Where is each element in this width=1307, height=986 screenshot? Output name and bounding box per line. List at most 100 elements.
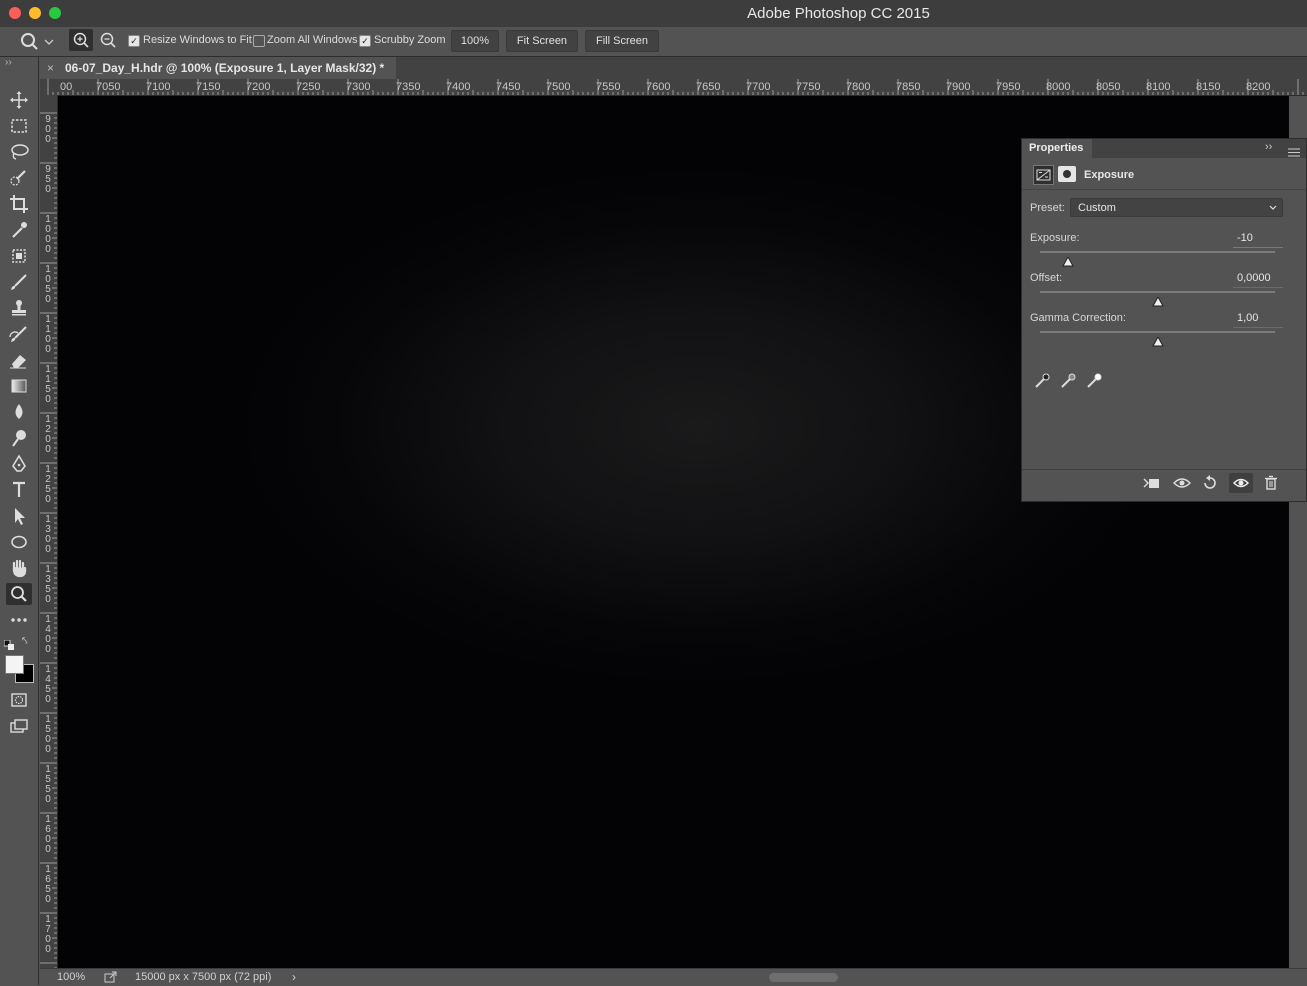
ruler-tick-label: 00 bbox=[60, 81, 73, 93]
ruler-tick-label: 7500 bbox=[546, 81, 571, 93]
toggle-visibility-icon[interactable] bbox=[1229, 473, 1253, 493]
ruler-tick-label: 8100 bbox=[1146, 81, 1171, 93]
ruler-tick-label: 7550 bbox=[596, 81, 621, 93]
offset-slider-thumb[interactable] bbox=[1151, 294, 1164, 312]
ruler-tick-label: 7450 bbox=[496, 81, 521, 93]
delete-adjustment-icon[interactable] bbox=[1263, 475, 1279, 496]
ruler-tick-label: 1650 bbox=[45, 864, 51, 905]
panel-menu-icon[interactable] bbox=[1288, 144, 1300, 162]
offset-field-underline bbox=[1233, 287, 1283, 288]
scrubby-zoom-checkbox[interactable]: ✓ bbox=[359, 35, 371, 47]
ruler-tick-label: 8050 bbox=[1096, 81, 1121, 93]
adjustment-exposure-icon[interactable] bbox=[1033, 165, 1054, 185]
collapse-toolbar-icon[interactable]: ›› bbox=[5, 57, 12, 68]
ruler-tick-label: 7250 bbox=[296, 81, 321, 93]
ruler-tick-label: 7750 bbox=[796, 81, 821, 93]
zoom-in-icon[interactable] bbox=[69, 29, 93, 51]
stamp-tool-icon[interactable] bbox=[6, 297, 32, 319]
adjustment-name: Exposure bbox=[1084, 169, 1135, 181]
zoom-100-button[interactable]: 100% bbox=[451, 30, 499, 52]
horizontal-scrollbar-thumb[interactable] bbox=[769, 973, 838, 982]
ruler-tick-label: 1400 bbox=[45, 614, 51, 655]
gamma-value-field[interactable]: 1,00 bbox=[1237, 312, 1258, 324]
ruler-tick-label: 1350 bbox=[45, 564, 51, 605]
ruler-tick-label: 7650 bbox=[696, 81, 721, 93]
document-tab-label: 06-07_Day_H.hdr @ 100% (Exposure 1, Laye… bbox=[65, 61, 385, 75]
ruler-tick-label: 1000 bbox=[45, 214, 51, 255]
horizontal-ruler: 00 7050 7100 7150 7200 7250 7300 7350 7400 7450 75… bbox=[40, 79, 1307, 96]
white-point-eyedropper-icon[interactable] bbox=[1085, 372, 1103, 395]
ruler-tick-label: 7350 bbox=[396, 81, 421, 93]
screen-mode-icon[interactable] bbox=[6, 716, 32, 738]
chevron-down-icon bbox=[1269, 205, 1277, 210]
quick-mask-icon[interactable] bbox=[6, 689, 32, 711]
layer-mask-icon[interactable] bbox=[1058, 166, 1076, 182]
zoom-tool-icon[interactable] bbox=[6, 583, 32, 605]
fit-screen-button[interactable]: Fit Screen bbox=[506, 30, 578, 52]
crop-tool-icon[interactable] bbox=[6, 193, 32, 215]
app-title: Adobe Photoshop CC 2015 bbox=[747, 5, 930, 22]
ruler-tick-label: 8200 bbox=[1246, 81, 1271, 93]
ruler-tick-label: 1600 bbox=[45, 814, 51, 855]
gradient-tool-icon[interactable] bbox=[6, 375, 32, 397]
gamma-slider-track[interactable] bbox=[1040, 331, 1275, 333]
swap-colors-icon[interactable]: ⤣ bbox=[22, 636, 28, 647]
options-bar: ✓ Resize Windows to Fit Zoom All Windows… bbox=[0, 27, 1307, 57]
clip-to-layer-icon[interactable] bbox=[1142, 475, 1162, 496]
hand-tool-icon[interactable] bbox=[6, 557, 32, 579]
eyedropper-tool-icon[interactable] bbox=[6, 219, 32, 241]
black-point-eyedropper-icon[interactable] bbox=[1033, 372, 1051, 395]
move-tool-icon[interactable] bbox=[6, 89, 32, 111]
zoom-out-icon[interactable] bbox=[96, 29, 120, 51]
ruler-tick-label: 7050 bbox=[96, 81, 121, 93]
type-tool-icon[interactable] bbox=[6, 479, 32, 501]
offset-value-field[interactable]: 0,0000 bbox=[1237, 272, 1271, 284]
share-icon[interactable] bbox=[104, 971, 117, 986]
properties-tab[interactable]: Properties bbox=[1022, 139, 1092, 158]
eraser-tool-icon[interactable] bbox=[6, 349, 32, 371]
zoom-tool-preset-icon[interactable] bbox=[20, 32, 56, 57]
blur-tool-icon[interactable] bbox=[6, 401, 32, 423]
resize-windows-label: Resize Windows to Fit bbox=[143, 34, 252, 46]
fill-screen-button[interactable]: Fill Screen bbox=[585, 30, 659, 52]
lasso-tool-icon[interactable] bbox=[6, 141, 32, 163]
view-previous-state-icon[interactable] bbox=[1172, 475, 1192, 496]
document-info: 15000 px x 7500 px (72 ppi) bbox=[135, 971, 272, 983]
ruler-tick-label: 1450 bbox=[45, 664, 51, 705]
marquee-tool-icon[interactable] bbox=[6, 115, 32, 137]
offset-slider-track[interactable] bbox=[1040, 291, 1275, 293]
ruler-tick-label: 7100 bbox=[146, 81, 171, 93]
collapse-panel-icon[interactable]: ›› bbox=[1265, 141, 1272, 153]
ruler-tick-label: 1300 bbox=[45, 514, 51, 555]
spot-heal-tool-icon[interactable] bbox=[6, 245, 32, 267]
brush-tool-icon[interactable] bbox=[6, 271, 32, 293]
ruler-tick-label: 1050 bbox=[45, 264, 51, 305]
default-colors-icon[interactable] bbox=[3, 637, 14, 655]
ruler-tick-label: 7150 bbox=[196, 81, 221, 93]
vertical-ruler: 900 950 1000 1050 1100 1150 1200 1250 1300 1350 14… bbox=[40, 95, 58, 969]
reset-adjustment-icon[interactable] bbox=[1201, 475, 1219, 496]
foreground-color-swatch[interactable] bbox=[5, 655, 24, 674]
gamma-slider-thumb[interactable] bbox=[1151, 334, 1164, 352]
ruler-tick-label: 1550 bbox=[45, 764, 51, 805]
exposure-value-field[interactable]: -10 bbox=[1237, 232, 1253, 244]
more-tools-icon[interactable] bbox=[6, 609, 32, 631]
status-zoom-field[interactable]: 100% bbox=[57, 971, 85, 983]
history-brush-tool-icon[interactable] bbox=[6, 323, 32, 345]
quick-select-tool-icon[interactable] bbox=[6, 167, 32, 189]
exposure-slider-track[interactable] bbox=[1040, 251, 1275, 253]
pen-tool-icon[interactable] bbox=[6, 453, 32, 475]
exposure-slider-thumb[interactable] bbox=[1062, 254, 1075, 272]
ruler-tick-label: 7850 bbox=[896, 81, 921, 93]
gray-point-eyedropper-icon[interactable] bbox=[1059, 372, 1077, 395]
ellipse-tool-icon[interactable] bbox=[6, 531, 32, 553]
path-select-tool-icon[interactable] bbox=[6, 505, 32, 527]
preset-dropdown[interactable]: Custom bbox=[1070, 198, 1283, 217]
properties-footer bbox=[1022, 469, 1306, 497]
ruler-tick-label: 1700 bbox=[45, 914, 51, 955]
zoom-all-windows-checkbox[interactable] bbox=[253, 35, 265, 47]
close-tab-icon[interactable]: × bbox=[47, 61, 54, 75]
dodge-tool-icon[interactable] bbox=[6, 427, 32, 449]
status-menu-arrow-icon[interactable]: › bbox=[292, 970, 296, 984]
resize-windows-checkbox[interactable]: ✓ bbox=[128, 35, 140, 47]
